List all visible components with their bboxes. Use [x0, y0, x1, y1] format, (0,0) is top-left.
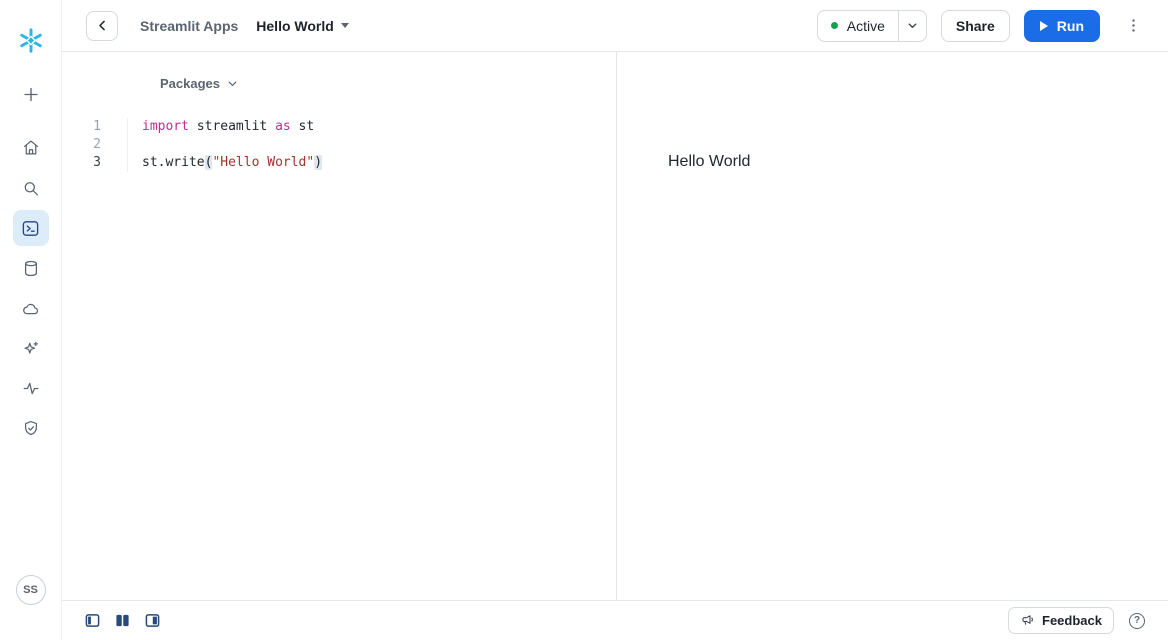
status-label: Active [847, 18, 885, 34]
avatar[interactable]: SS [16, 575, 46, 605]
run-button[interactable]: Run [1024, 10, 1100, 42]
play-icon [1040, 21, 1048, 31]
help-button[interactable]: ? [1129, 613, 1145, 629]
kebab-menu-button[interactable] [1122, 15, 1144, 37]
snowflake-logo[interactable] [17, 27, 44, 54]
layout-left-panel-button[interactable] [84, 613, 100, 629]
code-editor-pane: Packages 123 import streamlit as st st.w… [62, 52, 617, 600]
sidebar-item-data[interactable] [21, 259, 40, 278]
status-control: Active [817, 10, 927, 42]
database-icon [21, 259, 40, 278]
megaphone-icon [1020, 613, 1035, 628]
status-badge[interactable]: Active [818, 11, 898, 41]
sidebar-item-create[interactable] [21, 85, 40, 104]
layout-toggles [84, 613, 160, 629]
chevron-down-icon [906, 19, 919, 32]
code-gutter: 123 [62, 118, 128, 172]
avatar-initials: SS [23, 584, 38, 596]
page-title: Hello World [256, 18, 334, 34]
sidebar-item-monitoring[interactable] [21, 379, 40, 398]
left-panel-icon [85, 613, 100, 628]
right-panel-icon [145, 613, 160, 628]
back-button[interactable] [86, 11, 118, 41]
app-preview-pane: Hello World [618, 52, 1168, 600]
header: Streamlit Apps Hello World Active Share [62, 0, 1168, 52]
sidebar-item-admin[interactable] [21, 419, 40, 438]
sidebar-item-ai-ml[interactable] [21, 339, 40, 358]
sidebar-item-marketplace[interactable] [21, 299, 40, 318]
search-icon [21, 179, 40, 198]
chevron-down-icon [226, 77, 239, 90]
kebab-icon [1125, 17, 1142, 34]
app-window: SS Streamlit Apps Hello World Active [0, 0, 1168, 640]
layout-right-panel-button[interactable] [144, 613, 160, 629]
cloud-icon [21, 299, 40, 318]
footer-right: Feedback ? [1008, 607, 1145, 634]
sidebar-item-search[interactable] [21, 179, 40, 198]
feedback-label: Feedback [1042, 613, 1102, 628]
projects-terminal-icon [21, 219, 40, 238]
split-view-icon [115, 613, 130, 628]
sidebar: SS [0, 0, 62, 640]
layout-split-view-button[interactable] [114, 613, 130, 629]
plus-icon [21, 85, 40, 104]
breadcrumb[interactable]: Streamlit Apps [140, 18, 238, 34]
sidebar-item-projects[interactable] [13, 210, 49, 246]
code-area: 123 import streamlit as st st.write("Hel… [62, 118, 616, 172]
share-button[interactable]: Share [941, 10, 1010, 42]
status-dot-icon [831, 22, 838, 29]
code-lines[interactable]: import streamlit as st st.write("Hello W… [128, 118, 322, 172]
shield-icon [21, 419, 40, 438]
activity-icon [21, 379, 40, 398]
preview-output-text: Hello World [668, 153, 750, 171]
app-title-dropdown[interactable]: Hello World [256, 18, 349, 34]
home-icon [21, 138, 40, 157]
sidebar-item-home[interactable] [21, 138, 40, 157]
snowflake-icon [17, 27, 44, 54]
header-actions: Active Share Run [817, 10, 1144, 42]
run-label: Run [1057, 18, 1084, 34]
chevron-down-icon [341, 23, 349, 28]
share-label: Share [956, 18, 995, 34]
footer: Feedback ? [62, 600, 1168, 640]
help-glyph: ? [1134, 615, 1140, 626]
packages-label: Packages [160, 76, 220, 91]
status-dropdown-button[interactable] [899, 11, 926, 41]
packages-dropdown[interactable]: Packages [160, 74, 239, 92]
feedback-button[interactable]: Feedback [1008, 607, 1114, 634]
sparkles-icon [21, 339, 40, 358]
chevron-left-icon [95, 18, 110, 33]
